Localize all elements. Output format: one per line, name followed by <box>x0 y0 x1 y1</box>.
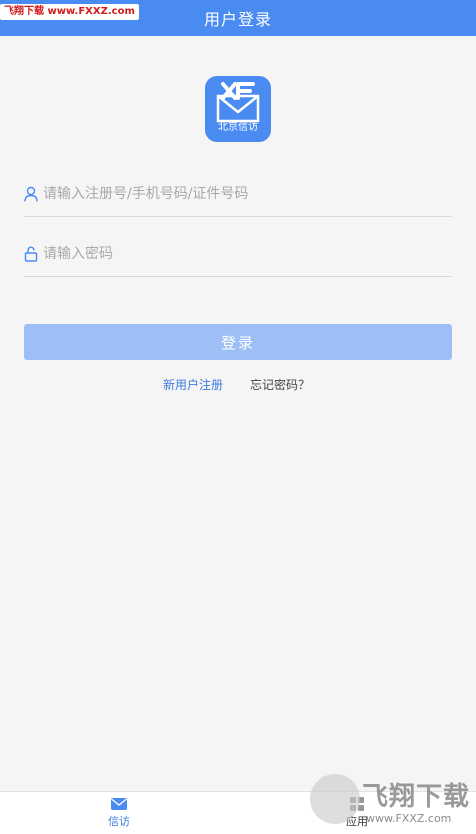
watermark-name: 飞翔下载 <box>362 782 471 812</box>
watermark-url: www.FXXZ.com <box>366 812 452 825</box>
login-button[interactable]: 登录 <box>24 324 452 360</box>
username-input[interactable] <box>43 182 452 206</box>
lock-icon <box>24 246 38 262</box>
username-field <box>24 172 452 217</box>
page-title: 用户登录 <box>203 10 272 29</box>
watermark-top: 飞翔下载 www.FXXZ.com <box>0 4 139 20</box>
forgot-password-link[interactable]: 忘记密码？ <box>250 376 310 393</box>
nav-item-xinfang[interactable]: 信访 <box>79 796 159 829</box>
watermark-bottom: 飞翔下载 www.FXXZ.com <box>306 770 476 833</box>
password-input[interactable] <box>43 242 452 266</box>
password-field <box>24 232 452 277</box>
register-link[interactable]: 新用户注册 <box>163 376 223 393</box>
mail-icon <box>111 798 127 810</box>
logo-text: 北京信访 <box>218 122 258 133</box>
app-logo: 北京信访 <box>205 76 271 142</box>
user-icon <box>24 186 38 202</box>
nav-label-xinfang: 信访 <box>108 815 130 828</box>
watermark-logo-icon <box>310 774 360 824</box>
